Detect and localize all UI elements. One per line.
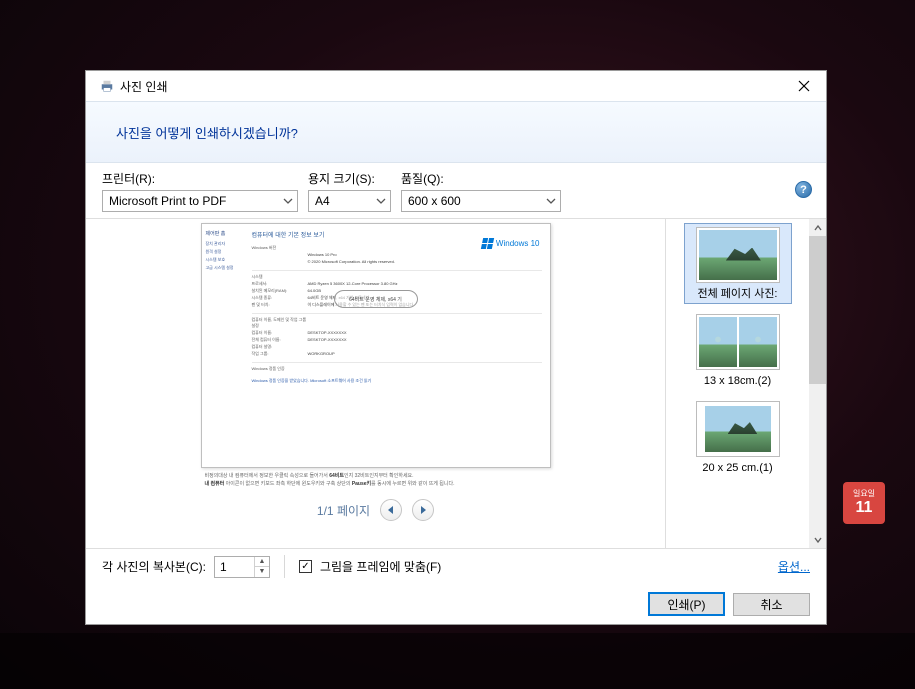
copies-value: 1 <box>215 557 254 577</box>
close-button[interactable] <box>782 71 826 101</box>
preview-section: Windows 정품 인증 <box>252 366 308 372</box>
layouts-scrollbar[interactable] <box>809 219 826 548</box>
quality-group: 품질(Q): 600 x 600 <box>401 170 561 212</box>
fit-frame-checkbox[interactable]: ✓ <box>299 560 312 573</box>
preview-annotation-circle: 64비트 운영 체제, x64 기 <box>334 290 418 308</box>
options-link[interactable]: 옵션... <box>778 558 810 575</box>
chevron-down-icon <box>376 196 386 206</box>
preview-label: 컴퓨터 설명: <box>252 344 308 350</box>
layout-thumbnail <box>696 314 780 370</box>
paper-size-combo[interactable]: A4 <box>308 190 391 212</box>
chevron-down-icon <box>546 196 556 206</box>
preview-section: 컴퓨터 이름, 도메인 및 작업 그룹 설정 <box>252 317 308 329</box>
dialog-title: 사진 인쇄 <box>120 78 168 95</box>
close-icon <box>798 80 810 92</box>
preview-label: 펜 및 터치: <box>252 302 308 308</box>
scroll-track[interactable] <box>809 236 826 531</box>
preview-value: Windows 10 Pro <box>308 252 337 258</box>
preview-label: 설치된 메모리(RAM): <box>252 288 308 294</box>
preview-page: 제어판 홈 장치 관리자 원격 설정 시스템 보호 고급 시스템 설정 컴퓨터에… <box>201 223 551 468</box>
preview-area: 제어판 홈 장치 관리자 원격 설정 시스템 보호 고급 시스템 설정 컴퓨터에… <box>86 219 665 548</box>
preview-value: WORKGROUP <box>308 351 335 357</box>
desktop-strip <box>0 633 915 689</box>
triangle-right-icon <box>419 506 427 514</box>
preview-label: 작업 그룹: <box>252 351 308 357</box>
layout-label: 13 x 18cm.(2) <box>704 374 771 388</box>
fit-frame-label: 그림을 프레임에 맞춤(F) <box>320 558 441 575</box>
print-pictures-dialog: 사진 인쇄 사진을 어떻게 인쇄하시겠습니까? 프린터(R): Microsof… <box>85 70 827 625</box>
options-row: 프린터(R): Microsoft Print to PDF 용지 크기(S):… <box>86 163 826 218</box>
help-button[interactable]: ? <box>795 181 812 198</box>
footer-options-row: 각 사진의 복사본(C): 1 ▲ ▼ ✓ 그림을 프레임에 맞춤(F) 옵션.… <box>86 549 826 584</box>
copies-input[interactable]: 1 ▲ ▼ <box>214 556 270 578</box>
chevron-down-icon <box>283 196 293 206</box>
layout-thumbnail <box>696 401 780 457</box>
layout-thumbnail <box>696 227 780 283</box>
header-prompt: 사진을 어떻게 인쇄하시겠습니까? <box>86 101 826 163</box>
preview-value: 64.0GB <box>308 288 322 294</box>
copies-label: 각 사진의 복사본(C): <box>102 558 206 575</box>
scroll-thumb[interactable] <box>809 236 826 384</box>
preview-sidebar: 제어판 홈 장치 관리자 원격 설정 시스템 보호 고급 시스템 설정 <box>202 224 244 467</box>
quality-label: 품질(Q): <box>401 170 561 187</box>
printer-label: 프린터(R): <box>102 170 298 187</box>
cancel-button[interactable]: 취소 <box>733 593 810 616</box>
scroll-down-button[interactable] <box>809 531 826 548</box>
layout-label: 20 x 25 cm.(1) <box>702 461 772 475</box>
calendar-tile: 일요일 11 <box>843 482 885 524</box>
preview-side-item: 원격 설정 <box>206 249 240 255</box>
layout-20x25[interactable]: 20 x 25 cm.(1) <box>684 397 792 478</box>
printer-value: Microsoft Print to PDF <box>109 194 277 208</box>
preview-label: Windows 버전 <box>252 245 308 251</box>
preview-label: 시스템 종류: <box>252 295 308 301</box>
printer-icon <box>100 79 114 93</box>
preview-value: DESKTOP-XXXXXXX <box>308 337 347 343</box>
layouts-list: 전체 페이지 사진: 13 x 18cm.(2) 20 x 25 cm.(1) <box>666 219 809 548</box>
scroll-up-button[interactable] <box>809 219 826 236</box>
preview-side-item: 시스템 보호 <box>206 257 240 263</box>
print-button[interactable]: 인쇄(P) <box>648 592 725 616</box>
quality-combo[interactable]: 600 x 600 <box>401 190 561 212</box>
titlebar: 사진 인쇄 <box>86 71 826 101</box>
chevron-up-icon <box>814 224 822 232</box>
divider <box>284 555 285 578</box>
footer-buttons-row: 인쇄(P) 취소 <box>86 584 826 624</box>
preview-side-item: 고급 시스템 설정 <box>206 265 240 271</box>
prev-page-button[interactable] <box>380 499 402 521</box>
preview-label: 프로세서: <box>252 281 308 287</box>
preview-side-header: 제어판 홈 <box>206 230 240 237</box>
preview-section: 시스템 <box>252 274 308 280</box>
layout-label: 전체 페이지 사진: <box>697 287 777 301</box>
calendar-day-label: 일요일 <box>853 489 875 499</box>
preview-main: 컴퓨터에 대한 기본 정보 보기 Windows 버전 Windows 10 P… <box>244 224 550 467</box>
pager-text: 1/1 페이지 <box>317 502 370 519</box>
preview-value: DESKTOP-XXXXXXX <box>308 330 347 336</box>
printer-combo[interactable]: Microsoft Print to PDF <box>102 190 298 212</box>
preview-value: © 2020 Microsoft Corporation. All rights… <box>308 259 395 265</box>
layout-full-page[interactable]: 전체 페이지 사진: <box>684 223 792 304</box>
layouts-panel: 전체 페이지 사진: 13 x 18cm.(2) 20 x 25 cm.(1) <box>665 219 826 548</box>
preview-label: 전체 컴퓨터 이름: <box>252 337 308 343</box>
paper-label: 용지 크기(S): <box>308 170 391 187</box>
quality-value: 600 x 600 <box>408 194 540 208</box>
pager: 1/1 페이지 <box>317 499 434 521</box>
chevron-down-icon <box>814 536 822 544</box>
paper-value: A4 <box>315 194 370 208</box>
preview-label: 컴퓨터 이름: <box>252 330 308 336</box>
triangle-left-icon <box>387 506 395 514</box>
preview-activation-line: Windows 정품 인증을 받았습니다. Microsoft 소프트웨어 사용… <box>252 378 372 383</box>
printer-group: 프린터(R): Microsoft Print to PDF <box>102 170 298 212</box>
copies-up-button[interactable]: ▲ <box>255 557 269 568</box>
preview-value: AMD Ryzen 5 3600X 12-Core Processor 3.80… <box>308 281 398 287</box>
paper-group: 용지 크기(S): A4 <box>308 170 391 212</box>
layout-13x18[interactable]: 13 x 18cm.(2) <box>684 310 792 391</box>
windows-logo: Windows 10 <box>482 238 540 249</box>
calendar-day-number: 11 <box>856 499 873 517</box>
next-page-button[interactable] <box>412 499 434 521</box>
windows-logo-text: Windows 10 <box>496 239 540 248</box>
preview-side-item: 장치 관리자 <box>206 241 240 247</box>
copies-down-button[interactable]: ▼ <box>255 567 269 577</box>
preview-footnote: 비정의대상 내 컴퓨터에서 정보한 우클릭 속성으로 들어가서 64비트인지 3… <box>201 472 551 488</box>
